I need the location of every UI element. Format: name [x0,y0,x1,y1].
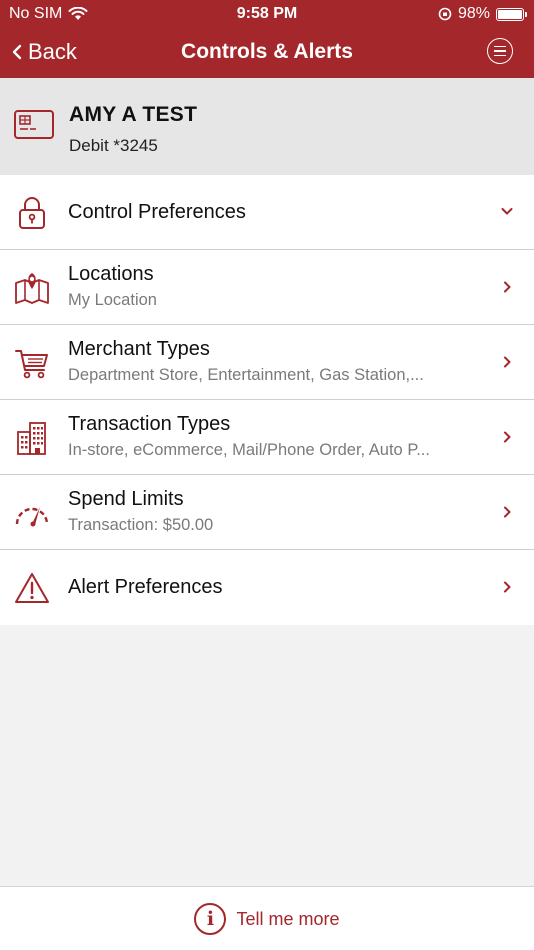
list-item-subtitle: In-store, eCommerce, Mail/Phone Order, A… [68,441,430,459]
list-item-locations[interactable]: Locations My Location [0,250,534,325]
top-bar: No SIM 9:58 PM 98% Back Controls & Alert… [0,0,534,78]
info-icon: i [194,903,227,935]
list-item-label: Merchant Types [68,338,210,360]
warning-icon [13,569,51,607]
tell-me-more-button[interactable]: i Tell me more [0,903,534,935]
tell-me-more-label: Tell me more [236,908,340,929]
card-header: AMY A TEST Debit *3245 [0,78,534,175]
list-item-subtitle: My Location [68,291,157,309]
cardholder-name: AMY A TEST [69,103,198,126]
menu-icon[interactable] [487,38,513,64]
list-item-label: Alert Preferences [68,576,223,598]
chevron-right-icon [504,506,511,518]
list-item-label: Control Preferences [68,201,246,223]
app-screen: No SIM 9:58 PM 98% Back Controls & Alert… [0,0,534,950]
chevron-down-icon [501,208,513,215]
battery-icon [496,7,527,21]
list-item-label: Transaction Types [68,413,231,435]
list-item-label: Spend Limits [68,488,184,510]
lock-icon [13,194,51,232]
chevron-right-icon [504,356,511,368]
list-item-spend-limits[interactable]: Spend Limits Transaction: $50.00 [0,475,534,550]
list-item-label: Locations [68,263,154,285]
list-item-merchant-types[interactable]: Merchant Types Department Store, Enterta… [0,325,534,400]
chevron-right-icon [504,581,511,593]
list-item-alert-preferences[interactable]: Alert Preferences [0,550,534,625]
chevron-right-icon [504,431,511,443]
list-item-subtitle: Transaction: $50.00 [68,516,214,534]
list-item-control-preferences[interactable]: Control Preferences [0,175,534,250]
card-account: Debit *3245 [69,136,158,155]
status-bar: No SIM 9:58 PM 98% [0,0,534,28]
footer-bar: i Tell me more [0,886,534,950]
chevron-right-icon [504,281,511,293]
buildings-icon [13,419,51,457]
controls-list: Control Preferences Locations My Locatio… [0,175,534,625]
status-right: 98% [438,5,527,23]
battery-percent: 98% [457,5,490,22]
list-item-subtitle: Department Store, Entertainment, Gas Sta… [68,366,424,384]
list-item-transaction-types[interactable]: Transaction Types In-store, eCommerce, M… [0,400,534,475]
page-title: Controls & Alerts [181,40,353,63]
credit-card-icon [14,110,54,139]
gauge-icon [13,494,51,532]
orientation-lock-icon [438,7,452,21]
nav-bar: Back Controls & Alerts [0,30,534,74]
map-icon [13,269,51,307]
cart-icon [13,344,51,382]
